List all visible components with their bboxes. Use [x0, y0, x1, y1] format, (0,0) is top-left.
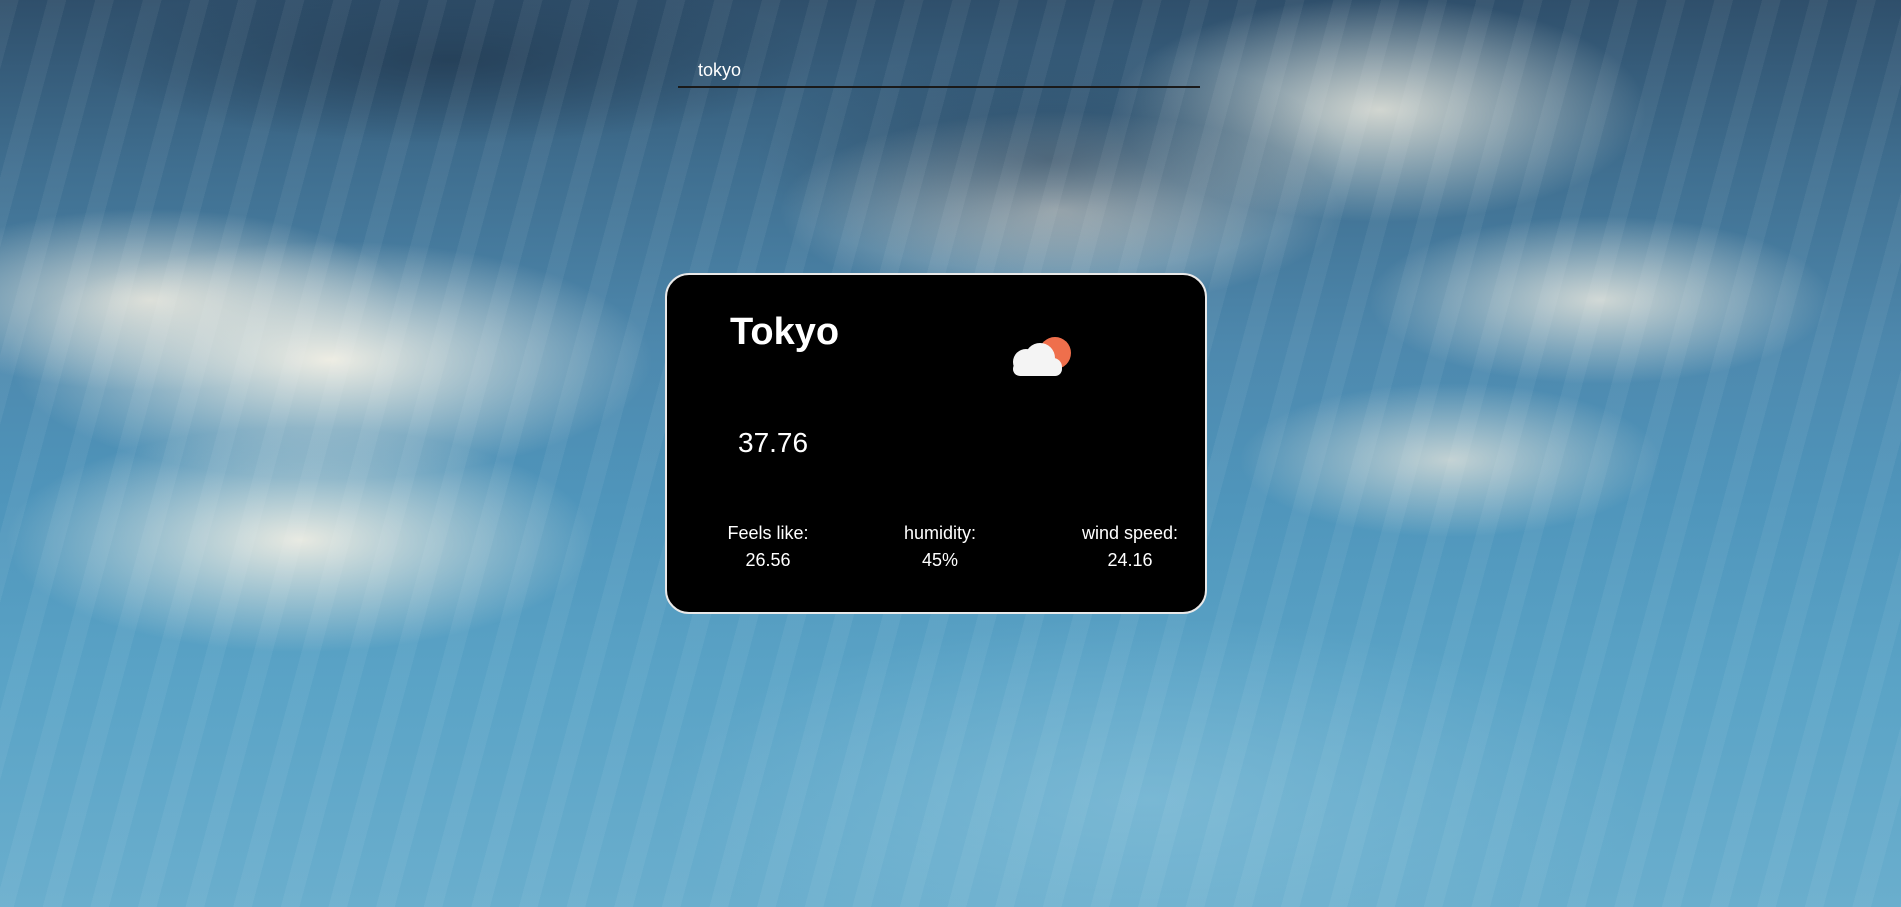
search-bar — [678, 55, 1200, 90]
page-background: Tokyo 37.76 Feels like: 26.56 humidity: … — [0, 0, 1901, 907]
humidity-stat: humidity: 45% — [885, 520, 995, 574]
city-name: Tokyo — [730, 311, 840, 353]
feels-like-value: 26.56 — [745, 550, 791, 570]
humidity-value: 45% — [921, 550, 959, 570]
wind-speed-stat: wind speed: 24.16 — [1070, 520, 1190, 574]
temperature-value: 37.76 — [738, 427, 809, 458]
feels-like-stat: Feels like: 26.56 — [723, 520, 813, 574]
partly-cloudy-icon — [1013, 337, 1071, 376]
city-search-input[interactable] — [678, 55, 1200, 88]
wind-speed-label: wind speed: — [1081, 523, 1179, 543]
humidity-label: humidity: — [903, 523, 977, 543]
feels-like-label: Feels like: — [727, 523, 809, 543]
weather-card: Tokyo 37.76 Feels like: 26.56 humidity: … — [665, 273, 1207, 614]
wind-speed-value: 24.16 — [1107, 550, 1153, 570]
